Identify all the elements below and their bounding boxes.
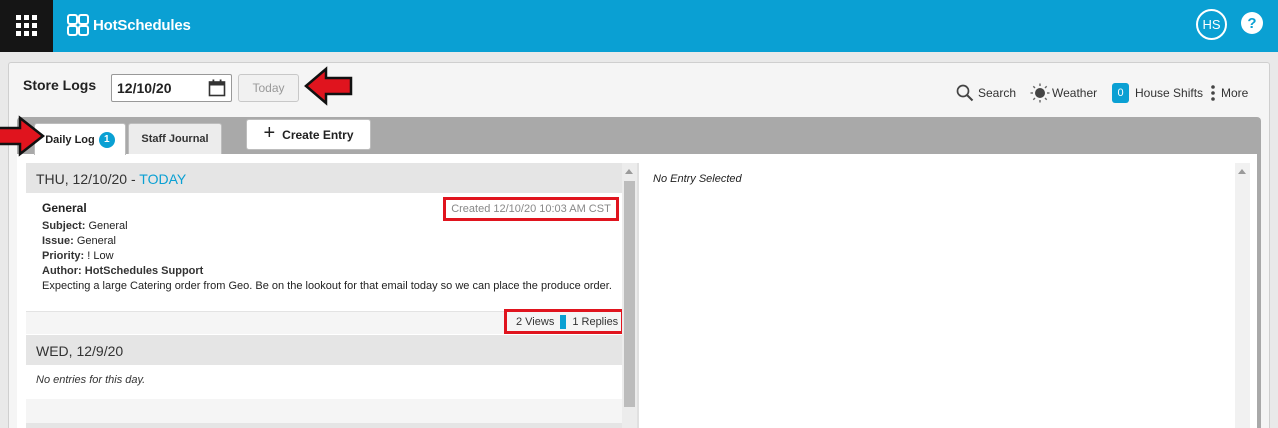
scroll-up-icon[interactable]	[1238, 169, 1246, 174]
entry-title[interactable]: General	[42, 201, 87, 215]
red-arrow-right-icon	[0, 115, 46, 157]
scroll-up-icon[interactable]	[625, 169, 633, 174]
entry-issue: Issue: General	[42, 235, 116, 247]
list-spacer	[26, 399, 622, 423]
search-label: Search	[978, 86, 1017, 100]
tab-staff-journal[interactable]: Staff Journal	[128, 123, 222, 154]
entry-subject: Subject: General	[42, 220, 128, 232]
views-count: 2 Views	[516, 315, 555, 328]
subject-label: Subject:	[42, 220, 86, 232]
pane-divider[interactable]	[637, 163, 639, 428]
author-label: Author:	[42, 265, 82, 277]
stats-divider	[560, 314, 567, 329]
help-icon[interactable]: ?	[1241, 12, 1263, 34]
priority-value: ! Low	[84, 250, 114, 262]
day-date: WED, 12/9/20	[36, 343, 124, 359]
more-label: More	[1221, 86, 1249, 100]
entry-priority: Priority: ! Low	[42, 250, 114, 262]
tab-staff-journal-label: Staff Journal	[141, 133, 209, 145]
top-bar	[0, 0, 1278, 52]
daily-log-count-badge: 1	[98, 131, 115, 148]
entry-body: Expecting a large Catering order from Ge…	[42, 280, 612, 292]
sun-icon	[1030, 83, 1050, 103]
app-grid-icon[interactable]	[0, 0, 53, 52]
entry-created-timestamp: Created 12/10/20 10:03 AM CST	[443, 197, 619, 221]
more-vertical-icon	[1211, 85, 1215, 101]
weather-action[interactable]: Weather	[1030, 83, 1098, 103]
create-entry-button[interactable]: + Create Entry	[246, 119, 371, 150]
tab-daily-log[interactable]: Daily Log 1	[34, 123, 126, 155]
house-shifts-count: 0	[1112, 83, 1129, 103]
detail-scrollbar[interactable]	[1235, 163, 1250, 428]
today-tag: TODAY	[139, 171, 187, 187]
search-icon	[956, 84, 974, 102]
next-day-header	[26, 423, 622, 428]
today-button[interactable]: Today	[238, 74, 299, 102]
day-header: WED, 12/9/20	[26, 335, 622, 365]
search-action[interactable]: Search	[956, 84, 1016, 102]
logo-text: HotSchedules	[93, 16, 191, 34]
plus-icon: +	[263, 122, 276, 144]
hotschedules-logo[interactable]: HotSchedules	[67, 13, 191, 37]
list-scrollbar[interactable]	[622, 163, 637, 428]
entry-author: Author: HotSchedules Support	[42, 265, 203, 277]
day-separator: -	[127, 171, 140, 187]
no-entries-text: No entries for this day.	[26, 365, 622, 399]
tab-daily-log-label: Daily Log	[45, 133, 95, 146]
scrollbar-thumb[interactable]	[624, 181, 635, 407]
author-value: HotSchedules Support	[81, 265, 204, 277]
subject-value: General	[85, 220, 128, 232]
create-entry-label: Create Entry	[282, 127, 354, 142]
weather-label: Weather	[1052, 86, 1098, 100]
more-menu[interactable]: More	[1209, 84, 1248, 102]
day-header: THU, 12/10/20 - TODAY	[26, 163, 622, 193]
calendar-icon[interactable]	[208, 79, 226, 97]
priority-label: Priority:	[42, 250, 85, 262]
house-shifts-action[interactable]: 0 House Shifts	[1112, 83, 1204, 103]
avatar[interactable]: HS	[1196, 9, 1227, 40]
logo-mark-icon	[67, 14, 89, 36]
no-entry-selected-text: No Entry Selected	[653, 173, 742, 185]
views-replies-box[interactable]: 2 Views 1 Replies	[504, 309, 624, 334]
red-arrow-left-icon	[304, 66, 353, 106]
day-date: THU, 12/10/20	[36, 171, 128, 187]
issue-value: General	[73, 235, 116, 247]
house-shifts-label: House Shifts	[1135, 86, 1204, 100]
page-title: Store Logs	[23, 77, 97, 93]
issue-label: Issue:	[42, 235, 74, 247]
replies-count: 1 Replies	[572, 315, 619, 328]
